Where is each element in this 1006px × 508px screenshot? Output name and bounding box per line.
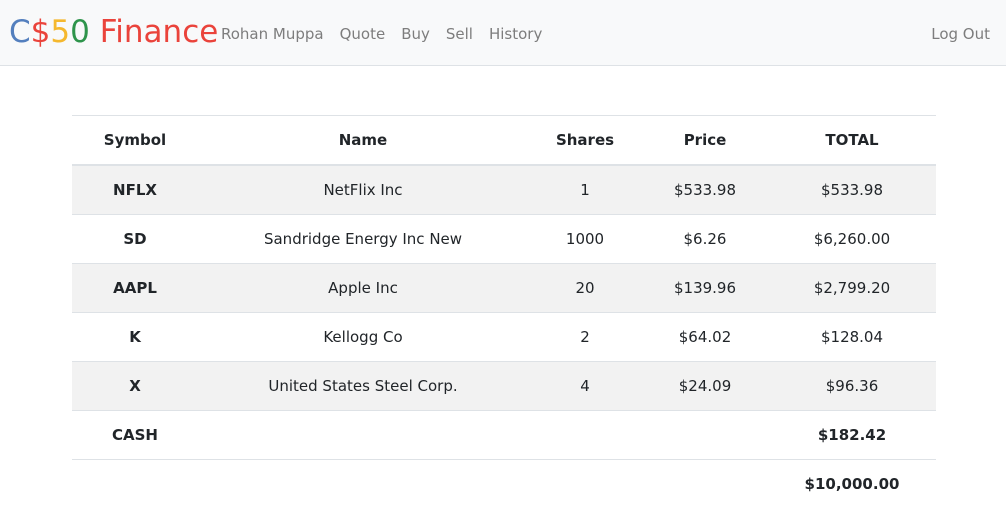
grand-total-row: $10,000.00 — [72, 460, 936, 508]
header-total: TOTAL — [768, 116, 936, 166]
cash-empty-name — [198, 411, 528, 460]
cell-total: $128.04 — [768, 313, 936, 362]
cell-shares: 1000 — [528, 215, 642, 264]
cell-total: $533.98 — [768, 165, 936, 215]
table-row: NFLX NetFlix Inc 1 $533.98 $533.98 — [72, 165, 936, 215]
brand-word-finance: Finance — [90, 14, 218, 50]
header-symbol: Symbol — [72, 116, 198, 166]
cash-row: CASH $182.42 — [72, 411, 936, 460]
cash-value: $182.42 — [768, 411, 936, 460]
table-row: AAPL Apple Inc 20 $139.96 $2,799.20 — [72, 264, 936, 313]
brand-letter-5: 5 — [50, 14, 70, 50]
table-header-row: Symbol Name Shares Price TOTAL — [72, 116, 936, 166]
cell-shares: 4 — [528, 362, 642, 411]
cell-symbol: K — [72, 313, 198, 362]
cell-name: NetFlix Inc — [198, 165, 528, 215]
cell-total: $96.36 — [768, 362, 936, 411]
nav-link-sell[interactable]: Sell — [446, 22, 473, 46]
cash-empty-shares — [528, 411, 642, 460]
brand-letter-0: 0 — [70, 14, 90, 50]
cash-label: CASH — [72, 411, 198, 460]
total-empty-name — [198, 460, 528, 508]
nav-link-buy[interactable]: Buy — [401, 22, 430, 46]
header-name: Name — [198, 116, 528, 166]
cell-symbol: NFLX — [72, 165, 198, 215]
cell-name: Sandridge Energy Inc New — [198, 215, 528, 264]
header-price: Price — [642, 116, 768, 166]
table-row: X United States Steel Corp. 4 $24.09 $96… — [72, 362, 936, 411]
nav-links: Rohan Muppa Quote Buy Sell History — [221, 22, 558, 46]
logout-link[interactable]: Log Out — [931, 22, 990, 46]
cell-symbol: SD — [72, 215, 198, 264]
navbar: C$50 Finance Rohan Muppa Quote Buy Sell … — [0, 0, 1006, 66]
nav-link-quote[interactable]: Quote — [340, 22, 386, 46]
total-empty-symbol — [72, 460, 198, 508]
total-empty-shares — [528, 460, 642, 508]
cell-price: $139.96 — [642, 264, 768, 313]
cell-name: Kellogg Co — [198, 313, 528, 362]
cell-name: United States Steel Corp. — [198, 362, 528, 411]
cell-shares: 2 — [528, 313, 642, 362]
cell-symbol: X — [72, 362, 198, 411]
brand-letter-dollar: $ — [31, 14, 51, 50]
header-shares: Shares — [528, 116, 642, 166]
cash-empty-price — [642, 411, 768, 460]
cell-name: Apple Inc — [198, 264, 528, 313]
table-row: SD Sandridge Energy Inc New 1000 $6.26 $… — [72, 215, 936, 264]
brand-logo[interactable]: C$50 Finance — [9, 12, 218, 52]
portfolio-table: Symbol Name Shares Price TOTAL NFLX NetF… — [72, 115, 936, 508]
cell-shares: 20 — [528, 264, 642, 313]
brand-letter-c: C — [9, 14, 31, 50]
table-row: K Kellogg Co 2 $64.02 $128.04 — [72, 313, 936, 362]
cell-total: $2,799.20 — [768, 264, 936, 313]
cell-symbol: AAPL — [72, 264, 198, 313]
cell-price: $6.26 — [642, 215, 768, 264]
nav-link-history[interactable]: History — [489, 22, 542, 46]
portfolio-table-container: Symbol Name Shares Price TOTAL NFLX NetF… — [72, 115, 936, 508]
cell-price: $64.02 — [642, 313, 768, 362]
cell-price: $24.09 — [642, 362, 768, 411]
cell-shares: 1 — [528, 165, 642, 215]
nav-link-username[interactable]: Rohan Muppa — [221, 22, 324, 46]
grand-total-value: $10,000.00 — [768, 460, 936, 508]
total-empty-price — [642, 460, 768, 508]
cell-price: $533.98 — [642, 165, 768, 215]
cell-total: $6,260.00 — [768, 215, 936, 264]
